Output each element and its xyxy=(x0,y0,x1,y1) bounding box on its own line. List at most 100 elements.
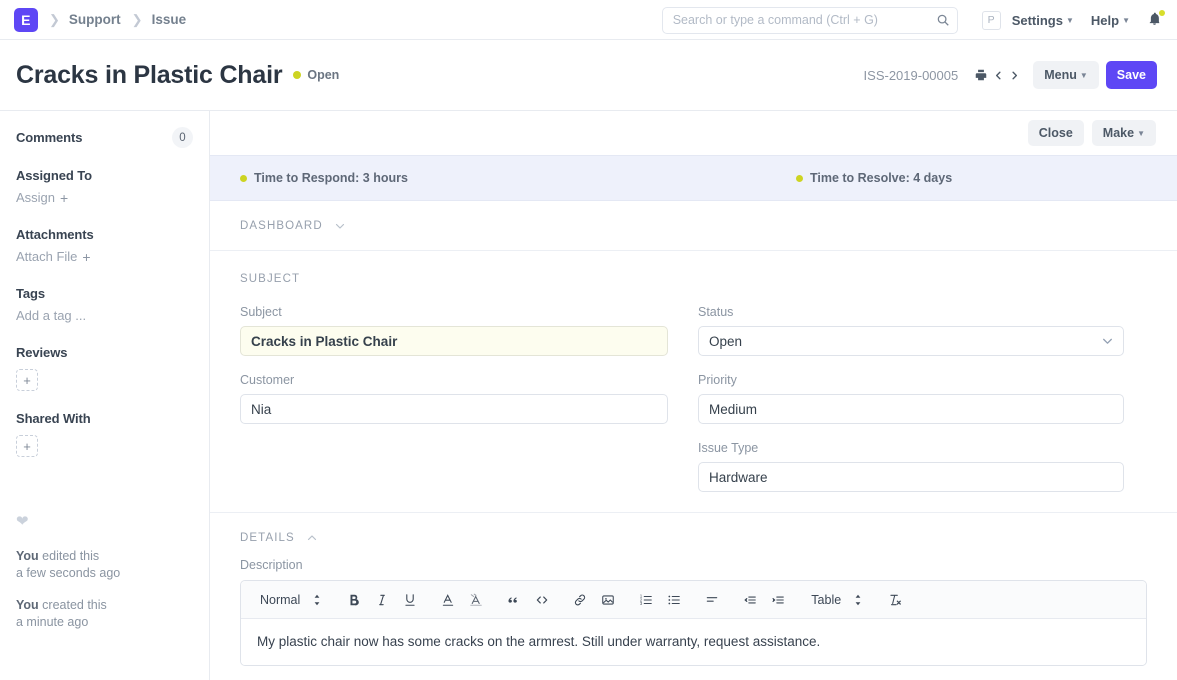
attach-file-button[interactable]: Attach File + xyxy=(16,249,91,264)
plus-icon: + xyxy=(60,189,69,206)
assigned-to-label: Assigned To xyxy=(16,168,92,183)
reviews-label: Reviews xyxy=(16,345,68,360)
up-down-arrows-icon xyxy=(314,594,320,605)
subject-left-column: Subject Customer xyxy=(240,305,668,492)
highlight-color-button[interactable] xyxy=(462,587,490,613)
settings-label: Settings xyxy=(1011,12,1063,28)
sidebar-item-comments[interactable]: Comments 0 xyxy=(16,127,193,148)
editor-toolbar: Normal 1 2 3 Table xyxy=(241,581,1146,619)
help-label: Help xyxy=(1090,12,1120,28)
make-button[interactable]: Make ▼ xyxy=(1091,120,1156,146)
clear-format-icon xyxy=(890,594,902,605)
breadcrumb-separator-icon: ❯ xyxy=(49,11,60,27)
customer-input[interactable] xyxy=(240,394,668,424)
breadcrumb-separator-icon: ❯ xyxy=(131,11,143,27)
subject-fields-grid: Subject Customer Status xyxy=(210,305,1177,492)
paragraph-style-label: Normal xyxy=(260,592,301,607)
assign-label: Assign xyxy=(16,190,56,205)
status-select-wrapper xyxy=(698,326,1124,356)
sla-dot-icon xyxy=(240,174,247,182)
activity-action: created this xyxy=(38,597,107,612)
insert-link-button[interactable] xyxy=(566,587,594,613)
field-issue-type: Issue Type xyxy=(698,441,1124,492)
chevron-down-icon: ▼ xyxy=(1137,128,1145,138)
chevron-down-icon[interactable] xyxy=(334,220,346,232)
blockquote-button[interactable] xyxy=(500,587,528,613)
settings-menu[interactable]: Settings ▼ xyxy=(1012,13,1074,28)
shared-with-label: Shared With xyxy=(16,411,91,426)
text-color-button[interactable] xyxy=(434,587,462,613)
sidebar-section-attachments: Attachments Attach File + xyxy=(16,227,193,266)
priority-input[interactable] xyxy=(698,394,1124,424)
top-navbar: E ❯ Support ❯ Issue P Settings▼ Help▼ xyxy=(0,0,1177,40)
search-input[interactable] xyxy=(661,6,958,34)
breadcrumb-item-support[interactable]: Support xyxy=(69,12,121,27)
avatar[interactable]: P xyxy=(981,10,1001,30)
section-dashboard[interactable]: DASHBOARD xyxy=(210,201,1177,251)
outdent-button[interactable] xyxy=(736,587,764,613)
insert-image-button[interactable] xyxy=(594,587,622,613)
italic-button[interactable] xyxy=(368,587,396,613)
unordered-list-button[interactable] xyxy=(660,587,688,613)
add-shared-user-button[interactable]: + xyxy=(16,435,38,457)
chevron-down-icon: ▼ xyxy=(1079,70,1088,80)
activity-entry: You created this a minute ago xyxy=(16,597,193,632)
bold-button[interactable] xyxy=(340,587,368,613)
ordered-list-button[interactable]: 1 2 3 xyxy=(632,587,660,613)
chevron-up-icon[interactable] xyxy=(306,532,318,544)
subject-input[interactable] xyxy=(240,326,668,356)
highlight-icon xyxy=(470,593,483,606)
add-review-button[interactable]: + xyxy=(16,369,38,391)
sidebar-section-shared-with: Shared With + xyxy=(16,411,193,457)
customer-field-label: Customer xyxy=(240,373,295,387)
dashboard-section-label: DASHBOARD xyxy=(240,220,323,232)
document-action-bar: Close Make ▼ xyxy=(210,111,1177,155)
print-button[interactable] xyxy=(972,64,990,86)
paragraph-style-dropdown[interactable]: Normal xyxy=(251,587,330,613)
menu-button[interactable]: Menu ▼ xyxy=(1033,61,1099,89)
help-menu[interactable]: Help ▼ xyxy=(1091,13,1130,28)
clear-formatting-button[interactable] xyxy=(881,587,909,613)
like-heart-icon[interactable]: ❤ xyxy=(16,512,193,530)
app-logo[interactable]: E xyxy=(14,7,38,32)
subject-right-column: Status Priority Issue Type xyxy=(698,305,1124,492)
activity-entry: You edited this a few seconds ago xyxy=(16,548,193,583)
attach-file-label: Attach File xyxy=(16,249,78,264)
description-content[interactable]: My plastic chair now has some cracks on … xyxy=(241,619,1146,666)
sidebar-section-assigned-to: Assigned To Assign + xyxy=(16,168,193,207)
document-name: ISS-2019-00005 xyxy=(863,67,959,83)
align-button[interactable] xyxy=(698,587,726,613)
breadcrumb-item-issue[interactable]: Issue xyxy=(152,12,187,27)
navbar-right-group: P Settings▼ Help▼ xyxy=(661,0,1165,40)
underline-button[interactable] xyxy=(396,587,424,613)
issue-type-input[interactable] xyxy=(698,462,1124,492)
sla-resolve-label: Time to Resolve: 4 days xyxy=(809,171,953,185)
section-details[interactable]: DETAILS xyxy=(210,513,1177,558)
sidebar-section-tags: Tags Add a tag ... xyxy=(16,286,193,325)
indent-button[interactable] xyxy=(764,587,792,613)
code-button[interactable] xyxy=(528,587,556,613)
bullet-list-icon xyxy=(668,595,681,604)
make-label: Make xyxy=(1102,126,1135,140)
close-button[interactable]: Close xyxy=(1027,120,1084,146)
printer-icon xyxy=(975,69,987,81)
assign-button[interactable]: Assign + xyxy=(16,190,68,205)
sla-dot-icon xyxy=(795,174,803,182)
notification-badge-dot xyxy=(1159,10,1165,16)
link-icon xyxy=(575,594,586,605)
save-button[interactable]: Save xyxy=(1105,61,1157,89)
page-header-actions: ISS-2019-00005 Menu ▼ Save xyxy=(864,61,1157,89)
page-title: Cracks in Plastic Chair xyxy=(16,60,283,89)
previous-document-button[interactable] xyxy=(990,64,1006,86)
editor-container: Normal 1 2 3 Table My plastic chair now … xyxy=(240,580,1147,667)
activity-action: edited this xyxy=(38,549,100,563)
notifications-button[interactable] xyxy=(1147,10,1165,30)
code-icon xyxy=(537,595,548,604)
field-priority: Priority xyxy=(698,373,1124,424)
add-tag-input[interactable]: Add a tag ... xyxy=(16,308,86,323)
indent-icon xyxy=(772,596,785,603)
table-dropdown[interactable]: Table xyxy=(802,587,871,613)
quote-icon xyxy=(508,596,518,603)
next-document-button[interactable] xyxy=(1006,64,1022,86)
status-select[interactable] xyxy=(698,326,1124,356)
